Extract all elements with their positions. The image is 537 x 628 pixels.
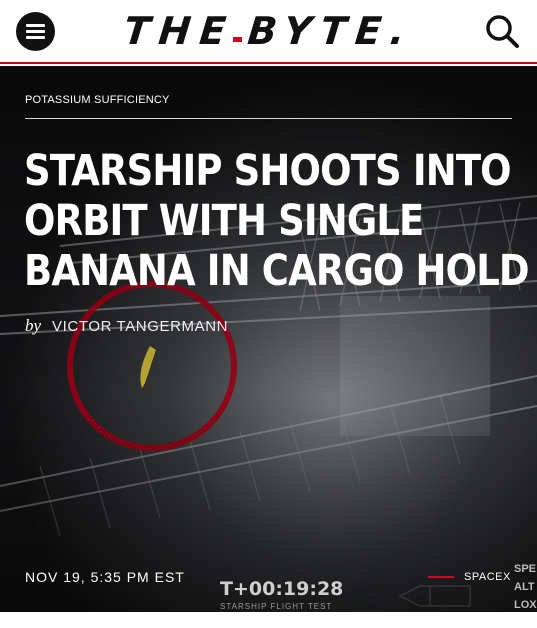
site-header: THE BYTE. <box>0 0 537 64</box>
hamburger-menu-icon-bar <box>26 30 45 33</box>
headline-line: ORBIT WITH SINGLE <box>24 196 424 246</box>
hero-article[interactable]: POTASSIUM SUFFICIENCY STARSHIP SHOOTS IN… <box>0 66 537 612</box>
search-button[interactable] <box>484 13 520 49</box>
video-timer-overlay: T+00:19:28 <box>220 578 344 600</box>
tag-container[interactable]: SPACEX <box>428 571 511 583</box>
byline: by VICTOR TANGERMANN <box>25 316 228 336</box>
bottom-strip <box>0 612 537 628</box>
author-link[interactable]: VICTOR TANGERMANN <box>52 318 228 335</box>
headline-line: BANANA IN CARGO HOLD <box>24 246 530 296</box>
side-label: LOX <box>514 599 537 611</box>
article-headline[interactable]: STARSHIP SHOOTS INTO ORBIT WITH SINGLE B… <box>24 146 530 296</box>
search-icon <box>486 15 519 48</box>
hamburger-menu-icon-bar <box>26 36 45 39</box>
side-label: ALT <box>514 581 535 593</box>
site-logo[interactable]: THE BYTE. <box>121 9 417 53</box>
tag-link[interactable]: SPACEX <box>464 571 511 583</box>
video-subtitle-overlay: STARSHIP FLIGHT TEST <box>220 602 333 611</box>
byline-prefix: by <box>25 316 42 335</box>
headline-line: STARSHIP SHOOTS INTO <box>24 146 512 196</box>
section-divider <box>25 118 512 119</box>
logo-dash <box>232 36 243 42</box>
section-label[interactable]: POTASSIUM SUFFICIENCY <box>25 94 170 106</box>
video-side-labels: SPE ALT LOX <box>514 560 537 612</box>
hamburger-menu-icon <box>26 24 45 27</box>
publish-date: NOV 19, 5:35 PM EST <box>25 569 185 585</box>
logo-text-left: THE <box>121 9 237 53</box>
tag-dash <box>428 576 454 578</box>
logo-text-right: BYTE. <box>245 9 417 53</box>
menu-button[interactable] <box>16 12 55 51</box>
side-label: SPE <box>514 563 537 575</box>
